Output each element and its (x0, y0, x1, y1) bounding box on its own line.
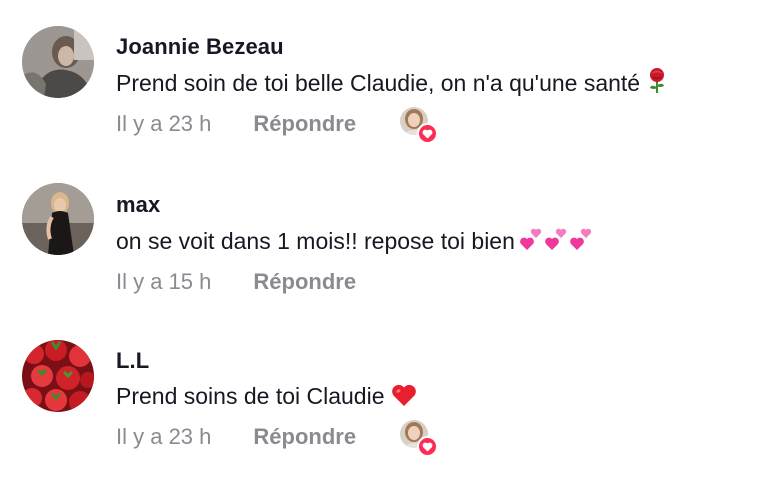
heart-icon (417, 123, 439, 144)
comment-text: on se voit dans 1 mois!! repose toi bien (116, 226, 764, 258)
comment-username[interactable]: Joannie Bezeau (116, 34, 764, 60)
avatar-image (22, 183, 94, 255)
avatar[interactable] (22, 26, 94, 98)
comment-username[interactable]: max (116, 192, 764, 218)
comment-timestamp: Il y a 15 h (116, 269, 212, 294)
two-hearts-emoji (519, 226, 595, 258)
avatar-image (22, 26, 94, 98)
heart-icon (417, 436, 439, 457)
comment-username[interactable]: L.L (116, 348, 764, 374)
comment-text: Prend soin de toi belle Claudie, on n'a … (116, 68, 764, 100)
comment-timestamp: Il y a 23 h (116, 424, 212, 449)
reply-button[interactable]: Répondre (253, 424, 356, 450)
comment-meta: Il y a 15 h Répondre (116, 266, 764, 298)
reply-button[interactable]: Répondre (253, 111, 356, 137)
avatar-image (22, 340, 94, 412)
comment-text: Prend soins de toi Claudie (116, 382, 764, 413)
creator-liked-indicator (400, 107, 439, 144)
red-heart-emoji (391, 383, 417, 413)
comment-timestamp: Il y a 23 h (116, 111, 212, 136)
comment-text-body: Prend soin de toi belle Claudie, on n'a … (116, 70, 641, 96)
avatar[interactable] (22, 340, 94, 412)
rose-emoji (646, 68, 668, 100)
comment-text-body: on se voit dans 1 mois!! repose toi bien (116, 228, 515, 254)
comment-text-body: Prend soins de toi Claudie (116, 383, 385, 409)
creator-liked-indicator (400, 420, 439, 457)
avatar[interactable] (22, 183, 94, 255)
comment-meta: Il y a 23 h Répondre (116, 420, 764, 457)
comment-meta: Il y a 23 h Répondre (116, 107, 764, 144)
reply-button[interactable]: Répondre (253, 269, 356, 295)
